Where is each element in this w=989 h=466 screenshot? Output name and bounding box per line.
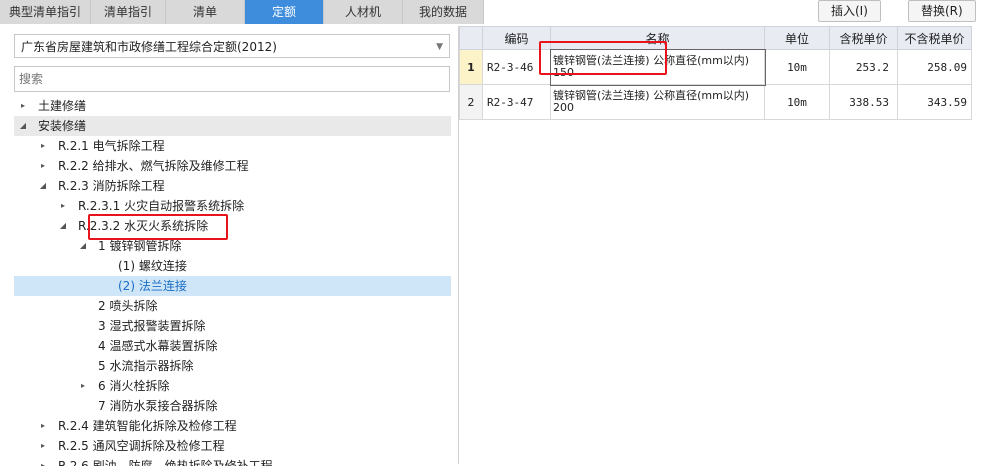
tree-node[interactable]: (1) 螺纹连接: [14, 256, 451, 276]
expand-icon[interactable]: ▸: [78, 376, 88, 396]
tree-node-label: 1 镀锌钢管拆除: [98, 239, 182, 253]
tree-node[interactable]: ▸ R.2.2 给排水、燃气拆除及维修工程: [14, 156, 451, 176]
tree-node-label: 3 湿式报警装置拆除: [98, 319, 206, 333]
tree-node[interactable]: ◢ 1 镀锌钢管拆除: [14, 236, 451, 256]
expand-icon[interactable]: ▸: [38, 456, 48, 466]
tree-node[interactable]: 4 温感式水幕装置拆除: [14, 336, 451, 356]
collapse-icon[interactable]: ◢: [58, 216, 68, 236]
quota-tree: ▸ 土建修缮 ◢ 安装修缮 ▸ R.2.1 电气拆除工程 ▸ R.2.2 给排水、燃气拆…: [14, 96, 451, 466]
name-cell[interactable]: 镀锌钢管(法兰连接) 公称直径(mm以内) 150: [549, 48, 766, 86]
tree-node[interactable]: ▸ 土建修缮: [14, 96, 451, 116]
tree-node[interactable]: ▸ R.2.4 建筑智能化拆除及检修工程: [14, 416, 451, 436]
quota-library-select[interactable]: 广东省房屋建筑和市政修缮工程综合定额(2012) ▼: [14, 34, 450, 58]
tree-node-label: R.2.3.1 火灾自动报警系统拆除: [78, 199, 245, 213]
chevron-down-icon: ▼: [436, 42, 443, 52]
tab-my-data[interactable]: 我的数据: [403, 0, 484, 24]
tree-node-label: 5 水流指示器拆除: [98, 359, 194, 373]
notax-price-cell[interactable]: 258.09: [897, 49, 972, 85]
tree-node-label: 4 温感式水幕装置拆除: [98, 339, 218, 353]
tree-node-label: R.2.1 电气拆除工程: [58, 139, 165, 153]
expand-icon[interactable]: ▸: [38, 436, 48, 456]
search-input[interactable]: [14, 66, 450, 92]
tree-node[interactable]: ▸ R.2.3.1 火灾自动报警系统拆除: [14, 196, 451, 216]
tree-node-label: 7 消防水泵接合器拆除: [98, 399, 218, 413]
code-cell[interactable]: R2-3-46: [482, 49, 551, 85]
tree-node-selected[interactable]: (2) 法兰连接: [14, 276, 451, 296]
tab-typical-list-guide[interactable]: 典型清单指引: [0, 0, 91, 24]
tree-node[interactable]: 3 湿式报警装置拆除: [14, 316, 451, 336]
tax-price-cell[interactable]: 253.2: [829, 49, 898, 85]
table-row[interactable]: 1 R2-3-46 镀锌钢管(法兰连接) 公称直径(mm以内) 150 10m …: [459, 48, 972, 86]
column-header-notax-price[interactable]: 不含税单价: [897, 26, 972, 50]
quota-grid: 编码 名称 单位 含税单价 不含税单价 1 R2-3-46 镀锌钢管(法兰连接)…: [459, 26, 972, 120]
tree-node-label: R.2.6 刷油、防腐、绝热拆除及修补工程: [58, 459, 273, 466]
tree-node[interactable]: ▸ R.2.5 通风空调拆除及检修工程: [14, 436, 451, 456]
tree-node[interactable]: ▸ 6 消火栓拆除: [14, 376, 451, 396]
tree-node[interactable]: 7 消防水泵接合器拆除: [14, 396, 451, 416]
replace-button[interactable]: 替换(R): [908, 0, 976, 22]
expand-icon[interactable]: ▸: [38, 416, 48, 436]
tab-list[interactable]: 清单: [166, 0, 245, 24]
tree-node[interactable]: 2 喷头拆除: [14, 296, 451, 316]
tree-node-label: R.2.5 通风空调拆除及检修工程: [58, 439, 225, 453]
tree-node-label: R.2.3.2 水灭火系统拆除: [78, 219, 209, 233]
tree-node-label: R.2.3 消防拆除工程: [58, 179, 165, 193]
code-cell[interactable]: R2-3-47: [482, 84, 551, 120]
tab-bar: 典型清单指引 清单指引 清单 定额 人材机 我的数据: [0, 0, 484, 26]
expand-icon[interactable]: ▸: [38, 156, 48, 176]
tree-node[interactable]: ◢ 安装修缮: [14, 116, 451, 136]
tree-node-label: (2) 法兰连接: [118, 279, 187, 293]
row-index[interactable]: 2: [459, 84, 483, 120]
name-cell[interactable]: 镀锌钢管(法兰连接) 公称直径(mm以内) 200: [550, 84, 765, 120]
grid-corner: [459, 26, 483, 50]
row-index[interactable]: 1: [459, 49, 483, 85]
table-row[interactable]: 2 R2-3-47 镀锌钢管(法兰连接) 公称直径(mm以内) 200 10m …: [459, 84, 972, 120]
quota-tree-panel: 广东省房屋建筑和市政修缮工程综合定额(2012) ▼ ▸ 土建修缮 ◢ 安装修缮 ▸…: [0, 26, 459, 466]
quota-library-value: 广东省房屋建筑和市政修缮工程综合定额(2012): [21, 40, 277, 54]
tab-list-guide[interactable]: 清单指引: [91, 0, 166, 24]
collapse-icon[interactable]: ◢: [18, 116, 28, 136]
expand-icon[interactable]: ▸: [58, 196, 68, 216]
unit-cell[interactable]: 10m: [764, 84, 830, 120]
collapse-icon[interactable]: ◢: [38, 176, 48, 196]
column-header-unit[interactable]: 单位: [764, 26, 830, 50]
tree-node[interactable]: ▸ R.2.6 刷油、防腐、绝热拆除及修补工程: [14, 456, 451, 466]
tab-labor-material-machine[interactable]: 人材机: [324, 0, 403, 24]
column-header-tax-price[interactable]: 含税单价: [829, 26, 898, 50]
tax-price-cell[interactable]: 338.53: [829, 84, 898, 120]
expand-icon[interactable]: ▸: [38, 136, 48, 156]
tree-node-label: 安装修缮: [38, 119, 87, 133]
insert-button[interactable]: 插入(I): [818, 0, 881, 22]
tree-node-label: R.2.4 建筑智能化拆除及检修工程: [58, 419, 237, 433]
tree-node[interactable]: ◢ R.2.3 消防拆除工程: [14, 176, 451, 196]
tree-node-label: 2 喷头拆除: [98, 299, 158, 313]
tab-quota[interactable]: 定额: [245, 0, 324, 24]
tree-node[interactable]: ▸ R.2.1 电气拆除工程: [14, 136, 451, 156]
tree-node-label: 6 消火栓拆除: [98, 379, 170, 393]
column-header-code[interactable]: 编码: [482, 26, 551, 50]
tree-node[interactable]: 5 水流指示器拆除: [14, 356, 451, 376]
column-header-name[interactable]: 名称: [550, 26, 765, 50]
tree-node[interactable]: ◢ R.2.3.2 水灭火系统拆除: [14, 216, 451, 236]
expand-icon[interactable]: ▸: [18, 96, 28, 116]
tree-node-label: (1) 螺纹连接: [118, 259, 187, 273]
tree-node-label: R.2.2 给排水、燃气拆除及维修工程: [58, 159, 249, 173]
unit-cell[interactable]: 10m: [764, 49, 830, 85]
notax-price-cell[interactable]: 343.59: [897, 84, 972, 120]
tree-node-label: 土建修缮: [38, 99, 87, 113]
collapse-icon[interactable]: ◢: [78, 236, 88, 256]
